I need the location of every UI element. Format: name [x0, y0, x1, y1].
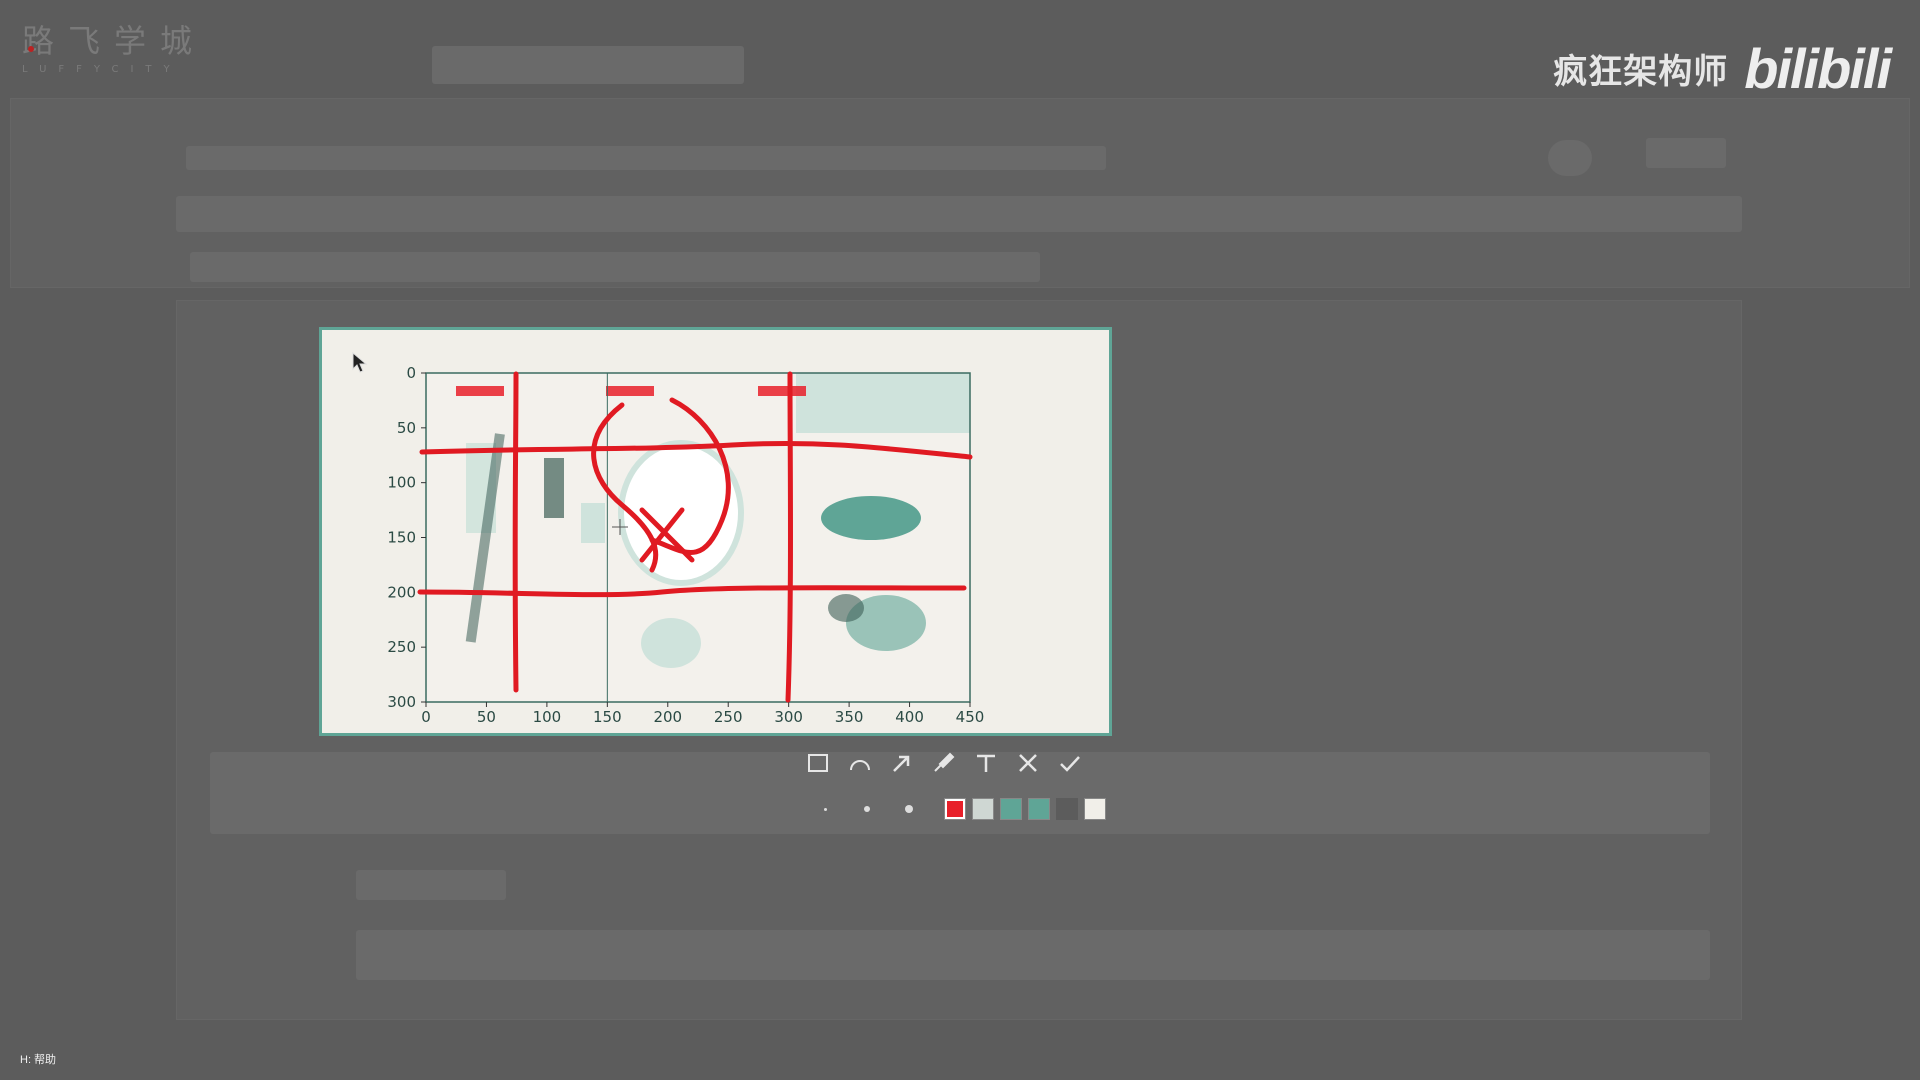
size-and-color-row — [804, 798, 1112, 820]
rectangle-icon — [808, 754, 828, 772]
capture-region[interactable]: 0 50 100 150 200 250 300 350 400 450 0 50 100 150 200 2… — [319, 327, 1112, 736]
color-swatch[interactable] — [1056, 798, 1078, 820]
y-tick-label: 100 — [387, 474, 416, 492]
y-tick-label: 250 — [387, 638, 416, 656]
ellipse-icon — [850, 760, 870, 771]
arrow-tool[interactable] — [886, 750, 918, 776]
image-blob — [821, 496, 921, 540]
x-tick-label: 50 — [477, 708, 496, 726]
confirm-tool[interactable] — [1054, 750, 1086, 776]
image-blob — [544, 458, 564, 518]
color-swatch[interactable] — [1028, 798, 1050, 820]
panel-caption-blob — [758, 386, 806, 396]
image-blob — [641, 618, 701, 668]
x-tick-label: 450 — [956, 708, 985, 726]
x-tick-label: 150 — [593, 708, 622, 726]
brand-dot-icon — [28, 46, 34, 52]
x-tick-label: 400 — [895, 708, 924, 726]
image-blob — [796, 373, 970, 433]
kernel-indicator — [1548, 140, 1592, 176]
code-cell-2 — [356, 870, 506, 900]
image-content — [426, 373, 970, 702]
watermark: 疯狂架构师 bilibili — [1553, 36, 1892, 101]
brush-tool[interactable] — [928, 750, 960, 776]
color-swatch[interactable] — [944, 798, 966, 820]
check-icon — [1060, 756, 1080, 772]
annotation-toolbar — [790, 740, 1110, 832]
mouse-cursor-icon — [352, 352, 368, 373]
watermark-text: 疯狂架构师 — [1553, 52, 1729, 92]
y-tick-label: 50 — [397, 419, 416, 437]
brand-name-en: LUFFYCITY — [22, 64, 182, 75]
brush-icon — [934, 752, 955, 772]
x-tick-label: 200 — [653, 708, 682, 726]
image-blob — [828, 594, 864, 622]
image-plot: 0 50 100 150 200 250 300 350 400 450 0 50 100 150 200 2… — [387, 364, 985, 726]
size-large-dot-icon — [905, 805, 913, 813]
x-tick-label: 250 — [714, 708, 743, 726]
menu-bar — [176, 196, 1742, 232]
color-swatch[interactable] — [1000, 798, 1022, 820]
size-large-button[interactable] — [888, 798, 930, 820]
color-palette — [944, 798, 1112, 820]
x-tick-label: 350 — [835, 708, 864, 726]
text-icon — [977, 754, 995, 772]
tool-row — [802, 750, 1086, 776]
image-blob — [581, 503, 605, 543]
panel-caption-blob — [606, 386, 654, 396]
code-cell-3 — [356, 930, 1710, 980]
x-tick-label: 0 — [421, 708, 431, 726]
rectangle-tool[interactable] — [802, 750, 834, 776]
brand-name-cn: 路飞学城 — [22, 22, 207, 60]
y-tick-label: 200 — [387, 583, 416, 601]
red-annotation-stroke — [785, 371, 793, 703]
arrow-icon — [893, 755, 910, 772]
size-medium-button[interactable] — [846, 798, 888, 820]
red-annotation-stroke — [512, 371, 519, 693]
cancel-tool[interactable] — [1012, 750, 1044, 776]
x-tick-label: 300 — [774, 708, 803, 726]
y-tick-label: 0 — [406, 364, 416, 382]
color-swatch[interactable] — [972, 798, 994, 820]
close-icon — [1019, 754, 1037, 772]
bilibili-logo: bilibili — [1744, 37, 1892, 100]
text-tool[interactable] — [970, 750, 1002, 776]
y-tick-label: 150 — [387, 529, 416, 547]
x-tick-label: 100 — [533, 708, 562, 726]
panel-caption-blob — [456, 386, 504, 396]
logout-button — [1646, 138, 1726, 168]
toolbar — [190, 252, 1040, 282]
ellipse-tool[interactable] — [844, 750, 876, 776]
y-tick-label: 300 — [387, 693, 416, 711]
help-hint: H: 帮助 — [20, 1054, 57, 1066]
brand-logo: 路飞学城 LUFFYCITY — [22, 16, 206, 75]
color-swatch[interactable] — [1084, 798, 1106, 820]
size-medium-dot-icon — [864, 806, 870, 812]
browser-tab — [432, 46, 744, 84]
size-small-dot-icon — [823, 807, 827, 811]
size-small-button[interactable] — [804, 798, 846, 820]
notebook-title — [186, 146, 1106, 170]
